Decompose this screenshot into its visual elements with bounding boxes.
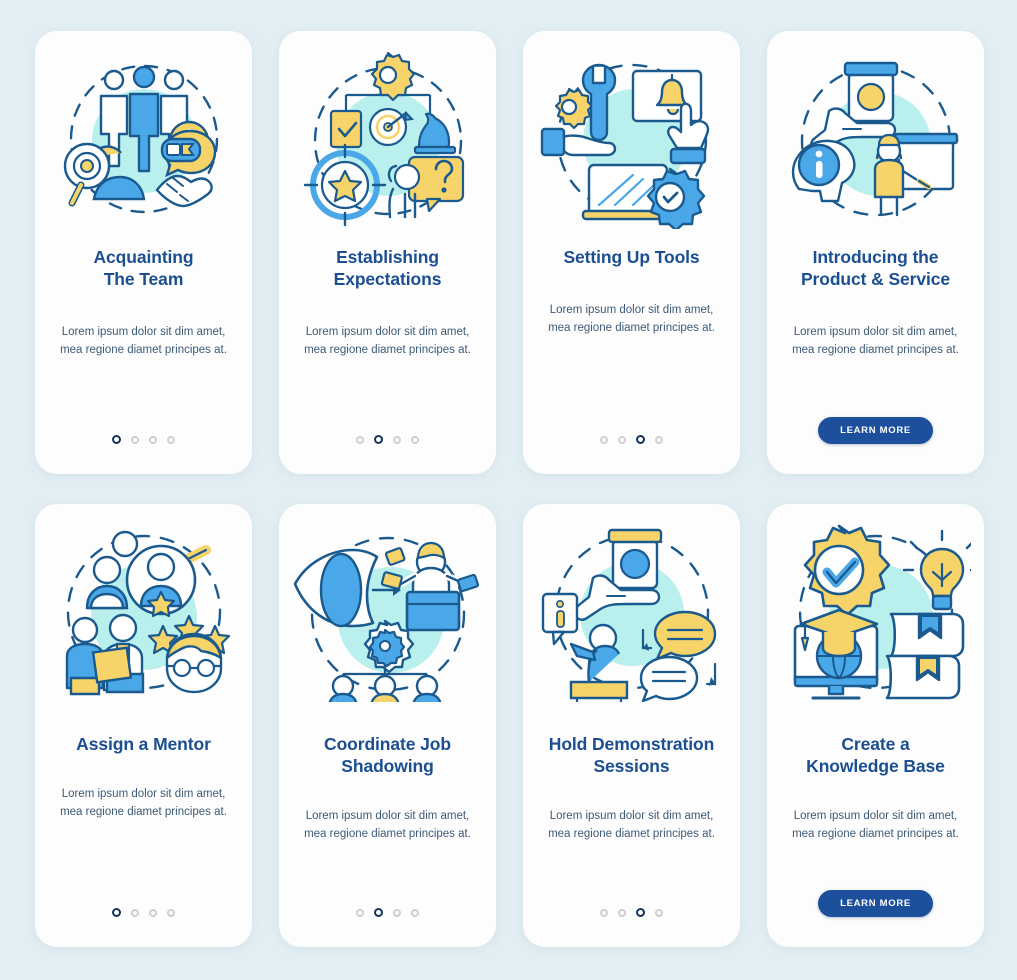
page-title: Coordinate Job Shadowing: [310, 733, 465, 777]
learn-more-button[interactable]: LEARN MORE: [818, 417, 933, 444]
pagination-dot[interactable]: [600, 435, 608, 444]
pagination-dot[interactable]: [149, 908, 157, 917]
pagination-dot[interactable]: [167, 435, 175, 444]
pagination-dot[interactable]: [112, 435, 121, 444]
pagination-dot[interactable]: [112, 908, 121, 917]
product-presentation-illustration: [767, 31, 984, 246]
title-line: The Team: [103, 269, 184, 289]
pagination-dot[interactable]: [374, 908, 383, 917]
pagination-dots[interactable]: [112, 435, 175, 444]
screen-body-text: Lorem ipsum dolor sit dim amet, mea regi…: [792, 326, 959, 356]
screen-body-text: Lorem ipsum dolor sit dim amet, mea regi…: [60, 788, 227, 818]
pagination-dots[interactable]: [356, 908, 419, 917]
screen-footer: [35, 435, 252, 444]
onboarding-screen-introducing-the-product-and-service[interactable]: Introducing the Product & Service Lorem …: [767, 31, 984, 474]
screen-footer: [279, 435, 496, 444]
pagination-dot[interactable]: [618, 435, 626, 444]
page-title: Introducing the Product & Service: [787, 246, 964, 290]
screen-footer: [523, 908, 740, 917]
onboarding-screen-establishing-expectations[interactable]: Establishing Expectations Lorem ipsum do…: [279, 31, 496, 474]
screen-body-text: Lorem ipsum dolor sit dim amet, mea regi…: [304, 810, 471, 840]
pagination-dot[interactable]: [131, 908, 139, 917]
title-line: Assign a Mentor: [76, 734, 211, 754]
onboarding-screen-assign-a-mentor[interactable]: Assign a Mentor Lorem ipsum dolor sit di…: [35, 504, 252, 947]
team-introduction-illustration: [35, 31, 252, 246]
onboarding-screen-acquainting-the-team[interactable]: Acquainting The Team Lorem ipsum dolor s…: [35, 31, 252, 474]
pagination-dot[interactable]: [636, 908, 645, 917]
onboarding-screen-coordinate-job-shadowing[interactable]: Coordinate Job Shadowing Lorem ipsum dol…: [279, 504, 496, 947]
demonstration-session-illustration: [523, 504, 740, 719]
pagination-dot[interactable]: [411, 908, 419, 917]
page-title: Acquainting The Team: [79, 246, 207, 290]
title-line: Knowledge Base: [806, 756, 945, 776]
onboarding-screens-grid: Acquainting The Team Lorem ipsum dolor s…: [0, 0, 1017, 978]
pagination-dots[interactable]: [600, 908, 663, 917]
page-title: Assign a Mentor: [62, 733, 225, 755]
screen-body-text: Lorem ipsum dolor sit dim amet, mea regi…: [792, 810, 959, 840]
screen-footer: [523, 435, 740, 444]
tools-setup-illustration: [523, 31, 740, 246]
pagination-dot[interactable]: [356, 908, 364, 917]
screen-body-text: Lorem ipsum dolor sit dim amet, mea regi…: [548, 304, 715, 334]
goals-and-expectations-illustration: [279, 31, 496, 246]
title-line: Hold Demonstration: [548, 734, 715, 754]
pagination-dot[interactable]: [149, 435, 157, 444]
job-shadowing-illustration: [279, 504, 496, 719]
title-line: Create a: [841, 734, 910, 754]
title-line: Setting Up Tools: [563, 247, 700, 267]
page-title: Create a Knowledge Base: [792, 733, 959, 777]
title-line: Establishing: [336, 247, 439, 267]
pagination-dot[interactable]: [636, 435, 645, 444]
screen-body-text: Lorem ipsum dolor sit dim amet, mea regi…: [304, 326, 471, 356]
pagination-dot[interactable]: [131, 435, 139, 444]
page-title: Hold Demonstration Sessions: [535, 733, 728, 777]
pagination-dot[interactable]: [167, 908, 175, 917]
page-title: Setting Up Tools: [549, 246, 713, 268]
pagination-dot[interactable]: [600, 908, 608, 917]
pagination-dot[interactable]: [374, 435, 383, 444]
screen-footer: LEARN MORE: [767, 417, 984, 444]
title-line: Expectations: [333, 269, 442, 289]
pagination-dot[interactable]: [618, 908, 626, 917]
screen-footer: LEARN MORE: [767, 890, 984, 917]
screen-body-text: Lorem ipsum dolor sit dim amet, mea regi…: [60, 326, 227, 356]
pagination-dot[interactable]: [411, 435, 419, 444]
title-line: Acquainting: [93, 247, 194, 267]
title-line: Introducing the: [812, 247, 939, 267]
learn-more-button[interactable]: LEARN MORE: [818, 890, 933, 917]
onboarding-screen-hold-demonstration-sessions[interactable]: Hold Demonstration Sessions Lorem ipsum …: [523, 504, 740, 947]
title-line: Sessions: [593, 756, 670, 776]
pagination-dot[interactable]: [655, 435, 663, 444]
pagination-dot[interactable]: [393, 908, 401, 917]
title-line: Product & Service: [800, 269, 951, 289]
pagination-dot[interactable]: [393, 435, 401, 444]
pagination-dots[interactable]: [356, 435, 419, 444]
pagination-dot[interactable]: [655, 908, 663, 917]
pagination-dot[interactable]: [356, 435, 364, 444]
knowledge-base-illustration: [767, 504, 984, 719]
pagination-dots[interactable]: [600, 435, 663, 444]
pagination-dots[interactable]: [112, 908, 175, 917]
page-title: Establishing Expectations: [320, 246, 456, 290]
title-line: Coordinate Job: [324, 734, 451, 754]
mentor-assignment-illustration: [35, 504, 252, 719]
title-line: Shadowing: [341, 756, 434, 776]
onboarding-screen-setting-up-tools[interactable]: Setting Up Tools Lorem ipsum dolor sit d…: [523, 31, 740, 474]
screen-body-text: Lorem ipsum dolor sit dim amet, mea regi…: [548, 810, 715, 840]
screen-footer: [35, 908, 252, 917]
screen-footer: [279, 908, 496, 917]
onboarding-screen-create-a-knowledge-base[interactable]: Create a Knowledge Base Lorem ipsum dolo…: [767, 504, 984, 947]
